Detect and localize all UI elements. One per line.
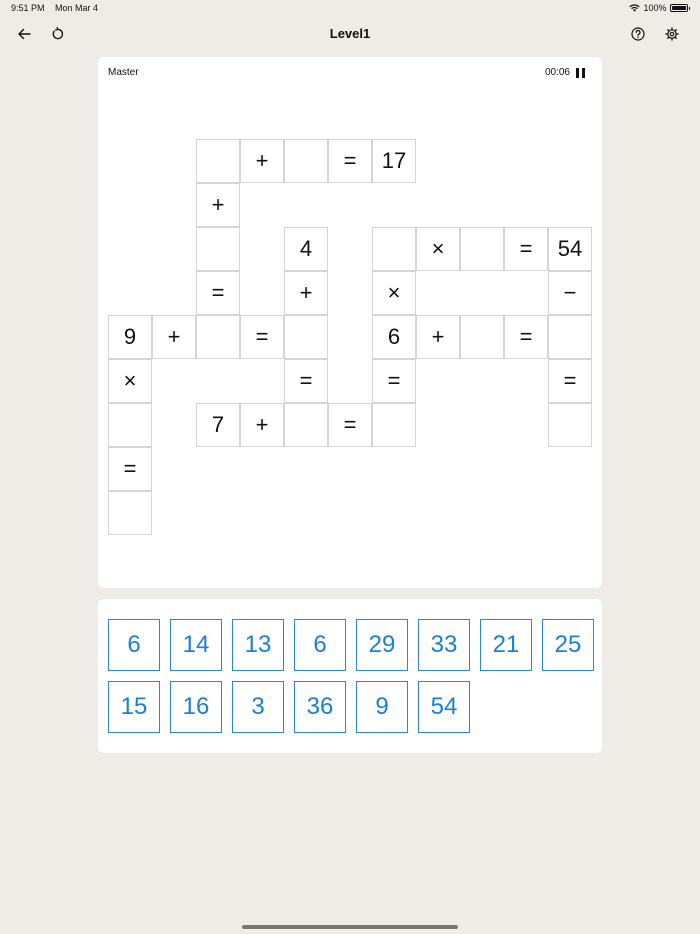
number-tile[interactable]: 33 [418, 619, 470, 671]
grid-cell-operator: × [416, 227, 460, 271]
number-tile[interactable]: 29 [356, 619, 408, 671]
number-tile[interactable]: 6 [294, 619, 346, 671]
number-tile[interactable]: 13 [232, 619, 284, 671]
number-tile[interactable]: 25 [542, 619, 594, 671]
number-tile[interactable]: 54 [418, 681, 470, 733]
battery-icon [669, 4, 688, 12]
status-date: Mon Mar 4 [55, 3, 99, 13]
grid-cell-operator: = [328, 139, 372, 183]
grid-cell-operator: = [240, 315, 284, 359]
grid-cell-operator: × [108, 359, 152, 403]
grid-cell-operator: = [108, 447, 152, 491]
grid-cell-operator: − [548, 271, 592, 315]
grid-cell-number: 6 [372, 315, 416, 359]
grid-cell-empty[interactable] [196, 139, 240, 183]
number-tile[interactable]: 16 [170, 681, 222, 733]
page-title: Level1 [329, 26, 371, 41]
number-tile[interactable]: 21 [480, 619, 532, 671]
grid-cell-operator: + [416, 315, 460, 359]
grid-cell-empty[interactable] [548, 403, 592, 447]
grid-cell-operator: = [504, 227, 548, 271]
grid-cell-empty[interactable] [460, 315, 504, 359]
grid-cell-empty[interactable] [196, 315, 240, 359]
grid-cell-number: 4 [284, 227, 328, 271]
grid-cell-empty[interactable] [196, 227, 240, 271]
grid-cell-operator: + [240, 139, 284, 183]
grid-cell-operator: + [152, 315, 196, 359]
grid-cell-operator: + [196, 183, 240, 227]
home-indicator [242, 925, 458, 929]
grid-cell-operator: = [372, 359, 416, 403]
number-tile[interactable]: 36 [294, 681, 346, 733]
grid-cell-operator: = [504, 315, 548, 359]
grid-cell-empty[interactable] [372, 227, 416, 271]
gear-icon [665, 27, 679, 41]
grid-cell-operator: = [196, 271, 240, 315]
grid-cell-operator: = [328, 403, 372, 447]
nav-bar: Level1 [0, 20, 700, 48]
number-tile[interactable]: 6 [108, 619, 160, 671]
timer: 00:06 [544, 67, 570, 78]
grid-cell-operator: + [240, 403, 284, 447]
grid-cell-empty[interactable] [372, 403, 416, 447]
number-tray: 6 14 13 6 29 33 21 25 15 16 3 36 9 54 [98, 599, 602, 753]
grid-cell-operator: = [548, 359, 592, 403]
status-time: 9:51 PM [11, 3, 45, 13]
question-icon [631, 27, 645, 41]
grid-cell-empty[interactable] [284, 315, 328, 359]
grid-cell-empty[interactable] [108, 403, 152, 447]
settings-button[interactable] [661, 23, 683, 45]
grid-cell-empty[interactable] [460, 227, 504, 271]
grid-cell-number: 17 [372, 139, 416, 183]
grid-cell-empty[interactable] [284, 139, 328, 183]
grid-cell-number: 54 [548, 227, 592, 271]
grid-cell-empty[interactable] [108, 491, 152, 535]
help-button[interactable] [627, 23, 649, 45]
grid-cell-operator: + [284, 271, 328, 315]
difficulty-label: Master [108, 67, 139, 78]
number-tile[interactable]: 15 [108, 681, 160, 733]
grid-cell-number: 7 [196, 403, 240, 447]
battery-percent: 100% [643, 3, 667, 13]
grid-cell-empty[interactable] [284, 403, 328, 447]
grid-cell-empty[interactable] [548, 315, 592, 359]
wifi-icon [629, 4, 641, 12]
number-tile[interactable]: 9 [356, 681, 408, 733]
grid-cell-operator: = [284, 359, 328, 403]
grid-cell-number: 9 [108, 315, 152, 359]
puzzle-board: Master 00:06 + = 17 +4 × = 54 = + × −9 + = 6 + = × = = = 7 + =… [98, 57, 602, 588]
grid-cell-operator: × [372, 271, 416, 315]
number-tile[interactable]: 14 [170, 619, 222, 671]
pause-icon[interactable] [576, 68, 585, 78]
number-tile[interactable]: 3 [232, 681, 284, 733]
status-bar: 9:51 PM Mon Mar 4 100% [0, 0, 700, 16]
